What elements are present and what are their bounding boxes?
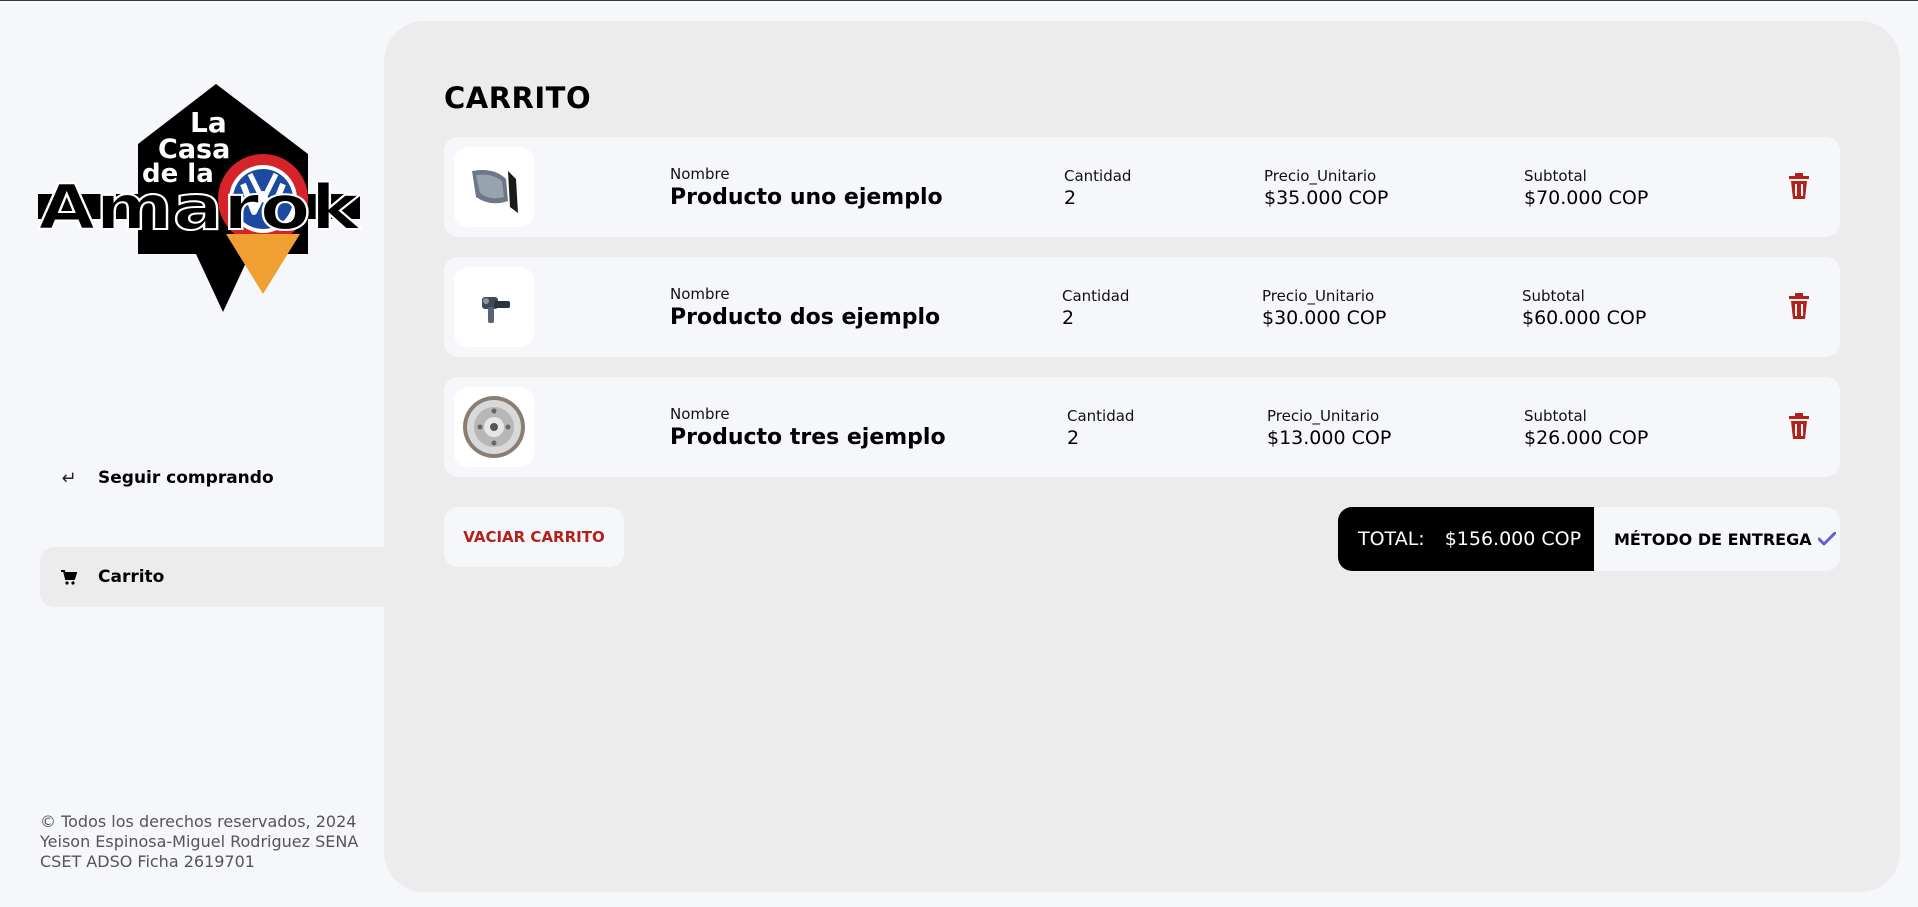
footer-line: CSET ADSO Ficha 2619701 [40, 852, 255, 871]
page-title: CARRITO [444, 81, 592, 115]
return-arrow-icon: ↵ [61, 467, 77, 489]
footer-line: © Todos los derechos reservados, 2024 [40, 812, 357, 831]
qty-value: 2 [1064, 187, 1077, 209]
subtotal-col: Subtotal $70.000 COP [1524, 167, 1648, 209]
product-image [454, 267, 534, 347]
qty-caption: Cantidad [1064, 167, 1132, 185]
product-name-col: Nombre Producto tres ejemplo [670, 405, 946, 450]
continue-shopping-link[interactable]: ↵ Seguir comprando [40, 456, 380, 500]
subtotal-col: Subtotal $60.000 COP [1522, 287, 1646, 329]
cart-icon [40, 569, 98, 585]
price-value: $30.000 COP [1262, 307, 1387, 329]
qty-value: 2 [1062, 307, 1075, 329]
logo-text-amarok: Amarok [38, 171, 362, 244]
cart-item: Nombre Producto tres ejemplo Cantidad 2 … [444, 377, 1840, 477]
product-image [454, 387, 534, 467]
price-col: Precio_Unitario $30.000 COP [1262, 287, 1386, 329]
sidebar: La Casa de la Amarok ↵ Seguir comprando … [0, 0, 384, 907]
qty-col: Cantidad 2 [1062, 287, 1129, 329]
qty-caption: Cantidad [1062, 287, 1130, 305]
product-name-col: Nombre Producto uno ejemplo [670, 165, 943, 210]
total-label: TOTAL: [1358, 528, 1425, 550]
price-caption: Precio_Unitario [1264, 167, 1377, 185]
subtotal-value: $70.000 COP [1524, 187, 1649, 209]
qty-col: Cantidad 2 [1064, 167, 1131, 209]
footer: © Todos los derechos reservados, 2024 Ye… [40, 812, 380, 872]
delivery-method-button[interactable]: MÉTODO DE ENTREGA [1594, 507, 1840, 571]
product-name: Producto tres ejemplo [670, 425, 946, 450]
trash-icon[interactable] [1788, 293, 1810, 319]
continue-shopping-label: Seguir comprando [98, 468, 274, 488]
subtotal-value: $60.000 COP [1522, 307, 1647, 329]
qty-value: 2 [1067, 427, 1080, 449]
empty-cart-button[interactable]: VACIAR CARRITO [444, 507, 624, 567]
brand-logo: La Casa de la Amarok [38, 84, 362, 314]
footer-line: Yeison Espinosa-Miguel Rodriguez SENA [40, 832, 359, 851]
name-caption: Nombre [670, 405, 730, 423]
check-icon [1817, 532, 1836, 546]
qty-col: Cantidad 2 [1067, 407, 1134, 449]
subtotal-caption: Subtotal [1522, 287, 1585, 305]
product-image [454, 147, 534, 227]
total-value: $156.000 COP [1444, 528, 1582, 550]
side-mirror-image [472, 170, 518, 213]
price-value: $35.000 COP [1264, 187, 1389, 209]
cart-item: Nombre Producto dos ejemplo Cantidad 2 P… [444, 257, 1840, 357]
name-caption: Nombre [670, 285, 730, 303]
price-value: $13.000 COP [1267, 427, 1392, 449]
price-col: Precio_Unitario $13.000 COP [1267, 407, 1391, 449]
price-caption: Precio_Unitario [1267, 407, 1380, 425]
sensor-part-image [482, 297, 510, 323]
sidebar-item-cart-label: Carrito [98, 567, 165, 587]
subtotal-col: Subtotal $26.000 COP [1524, 407, 1648, 449]
product-name: Producto dos ejemplo [670, 305, 941, 330]
product-name: Producto uno ejemplo [670, 185, 943, 210]
cart-item: Nombre Producto uno ejemplo Cantidad 2 P… [444, 137, 1840, 237]
qty-caption: Cantidad [1067, 407, 1135, 425]
subtotal-value: $26.000 COP [1524, 427, 1649, 449]
price-col: Precio_Unitario $35.000 COP [1264, 167, 1388, 209]
cart-total: TOTAL: $156.000 COP [1338, 507, 1594, 571]
product-name-col: Nombre Producto dos ejemplo [670, 285, 940, 330]
sidebar-item-cart[interactable]: Carrito [40, 547, 384, 607]
trash-icon[interactable] [1788, 173, 1810, 199]
cart-panel: CARRITO Nombre Producto uno ejemplo Cant… [384, 21, 1900, 892]
name-caption: Nombre [670, 165, 730, 183]
subtotal-caption: Subtotal [1524, 167, 1587, 185]
delivery-method-label: MÉTODO DE ENTREGA [1614, 529, 1812, 549]
flywheel-image [463, 396, 525, 458]
trash-icon[interactable] [1788, 413, 1810, 439]
price-caption: Precio_Unitario [1262, 287, 1375, 305]
subtotal-caption: Subtotal [1524, 407, 1587, 425]
